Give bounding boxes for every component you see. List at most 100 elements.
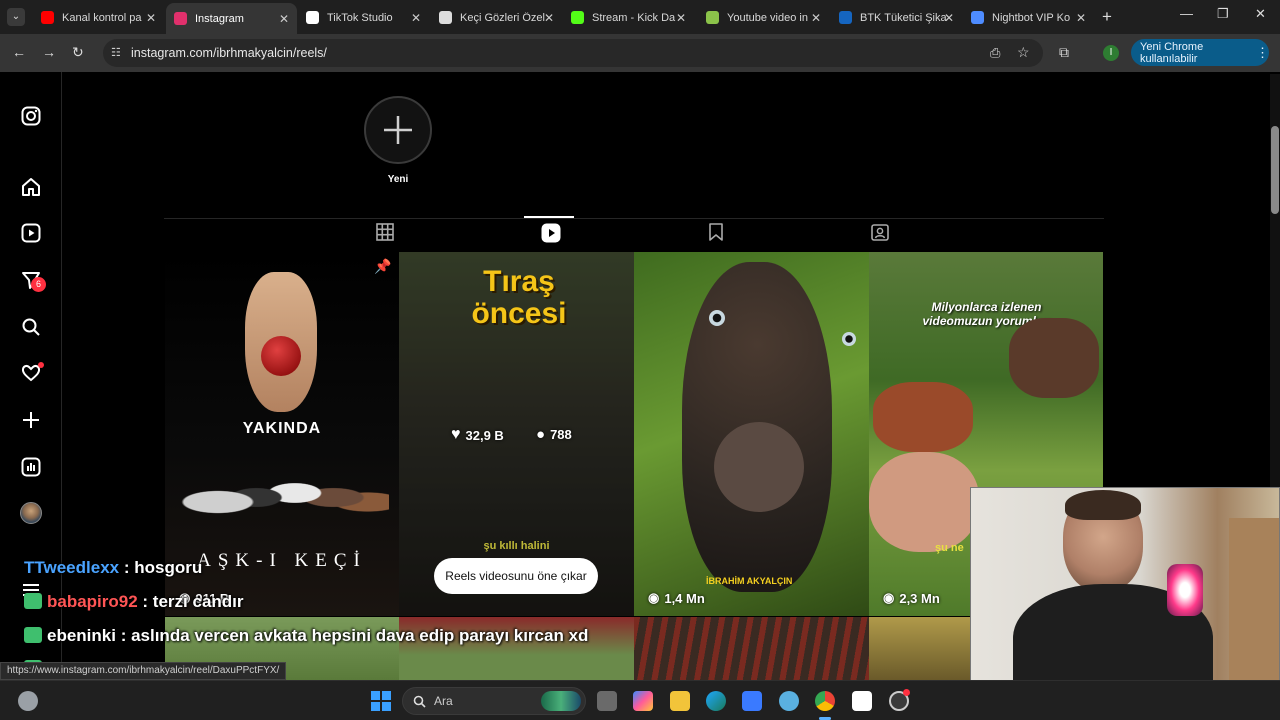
goats-row-image [175,448,389,538]
close-tab-icon[interactable]: ✕ [544,11,554,25]
recording-dot [903,689,910,696]
chrome-taskbar-icon[interactable] [815,691,835,711]
profile-avatar-icon[interactable] [19,501,43,525]
tab-tagged[interactable] [871,223,893,245]
start-button[interactable] [371,691,391,711]
notification-dot [38,362,44,368]
eye-icon: ◉ [648,590,660,605]
file-explorer-icon[interactable] [670,691,690,711]
reels-icon[interactable] [19,221,43,245]
edge-icon[interactable] [706,691,726,711]
browser-tab[interactable]: Kanal kontrol pa ✕ [33,5,164,30]
browser-tab[interactable]: Nightbot VIP Ko ✕ [963,5,1094,30]
tab-title: Instagram [195,12,244,25]
new-highlight-label: Yeni [387,174,409,185]
browser-tab[interactable]: Stream - Kick Da ✕ [563,5,694,30]
capcut-icon[interactable] [852,691,872,711]
messages-icon[interactable]: 6 [19,268,46,292]
back-icon[interactable]: ← [12,44,26,60]
tab-title: TikTok Studio [327,11,393,24]
tab-reels[interactable] [541,223,563,245]
scrollbar-thumb[interactable] [1271,126,1279,214]
chatgpt-icon [439,11,452,24]
goat-eye-right [842,332,856,346]
chat-username: TTweedlexx [24,558,120,577]
chrome-update-label: Yeni Chrome kullanılabilir [1140,40,1204,65]
widgets-icon[interactable] [18,691,38,711]
reel-tile-row2-3[interactable] [634,617,869,680]
close-tab-icon[interactable]: ✕ [944,11,954,25]
close-tab-icon[interactable]: ✕ [279,12,289,26]
close-tab-icon[interactable]: ✕ [146,11,156,25]
windows-logo-icon [371,691,391,711]
streamer-hair [1065,490,1141,520]
close-tab-icon[interactable]: ✕ [411,11,421,25]
site-info-icon[interactable]: ☷ [111,46,121,59]
comment-icon: ● [536,426,546,443]
new-tab-button[interactable]: + [1102,7,1112,27]
url-text: instagram.com/ibrhmakyalcin/reels/ [131,46,327,60]
chat-text: : terzi candır [137,592,244,611]
close-tab-icon[interactable]: ✕ [811,11,821,25]
ring-light [1167,564,1203,616]
browser-tab[interactable]: Keçi Gözleri Özel ✕ [431,5,562,30]
red-apple-image [261,336,301,376]
browser-tab[interactable]: TikTok Studio ✕ [298,5,429,30]
reel-tile-tiras[interactable]: Tıraş öncesi ♥ 32,9 B ● 788 şu kıllı halin… [399,252,634,616]
chat-text: : aslında vercen avkata hepsini dava edi… [115,626,589,645]
notifications-heart-icon[interactable] [19,361,44,385]
eye-icon: ◉ [883,590,895,605]
bookmark-icon [709,223,723,241]
task-view-icon[interactable] [597,691,617,711]
search-highlight-image [541,691,581,711]
browser-tab[interactable]: Instagram ✕ [166,3,297,34]
taskbar-search[interactable]: Ara [402,687,586,715]
extensions-icon[interactable]: ⧉ [1059,44,1069,61]
views-count: ◉ 1,4 Mn [648,590,705,606]
webcam-overlay [970,487,1280,687]
chrome-update-button[interactable]: Yeni Chrome kullanılabilir ⋮ [1131,39,1269,66]
instagram-logo-icon[interactable] [19,104,43,128]
btk-icon [839,11,852,24]
tab-posts[interactable] [376,223,398,245]
feature-reel-tooltip[interactable]: Reels videosunu öne çıkar [434,558,598,594]
reload-icon[interactable]: ↻ [72,44,84,61]
close-window-icon[interactable]: ✕ [1255,6,1266,22]
instagram-sidebar: 6 [0,72,62,680]
more-icon[interactable]: ⋮ [1256,45,1269,61]
status-bar-url: https://www.instagram.com/ibrhmakyalcin/… [0,662,287,680]
globe-app-icon[interactable] [779,691,799,711]
reel-tile-goat-closeup[interactable]: İBRAHİM AKYALÇIN ◉ 1,4 Mn [634,252,869,616]
likes-count: ♥ 32,9 B [451,426,504,443]
maximize-icon[interactable]: ❐ [1217,6,1229,22]
bookmark-star-icon[interactable]: ☆ [1017,44,1030,61]
close-tab-icon[interactable]: ✕ [1076,11,1086,25]
minimize-icon[interactable]: — [1180,6,1193,21]
browser-tab-strip: ⌄ Kanal kontrol pa ✕ Instagram ✕ TikTok Stud… [0,0,1280,34]
comments-count: ● 788 [536,426,572,443]
new-highlight-button[interactable] [364,96,432,164]
chat-message: TTweedlexx : hosgoru [24,558,202,578]
chat-badge-icon [24,627,42,643]
tab-title: Nightbot VIP Ko [992,11,1071,24]
close-tab-icon[interactable]: ✕ [676,11,686,25]
tab-title: Stream - Kick Da [592,11,676,24]
views-count: ◉ 2,3 Mn [883,590,940,606]
profile-avatar[interactable]: I [1103,45,1119,61]
browser-tab[interactable]: BTK Tüketici Şika ✕ [831,5,962,30]
tagged-icon [871,224,889,241]
goat-red-image [873,382,973,452]
forward-icon[interactable]: → [42,44,56,60]
tab-search-button[interactable]: ⌄ [7,8,25,26]
browser-tab[interactable]: Youtube video in ✕ [698,5,829,30]
tab-saved[interactable] [707,223,729,245]
search-icon[interactable] [19,315,43,339]
chat-message: ebeninki : aslında vercen avkata hepsini… [24,626,588,646]
home-icon[interactable] [19,175,43,199]
address-bar[interactable]: ☷ instagram.com/ibrhmakyalcin/reels/ ⎙ ☆ [103,39,1043,67]
install-app-icon[interactable]: ⎙ [990,45,1000,61]
store-icon[interactable] [742,691,762,711]
dashboard-icon[interactable] [19,455,43,479]
copilot-icon[interactable] [633,691,653,711]
create-plus-icon[interactable] [19,408,43,432]
